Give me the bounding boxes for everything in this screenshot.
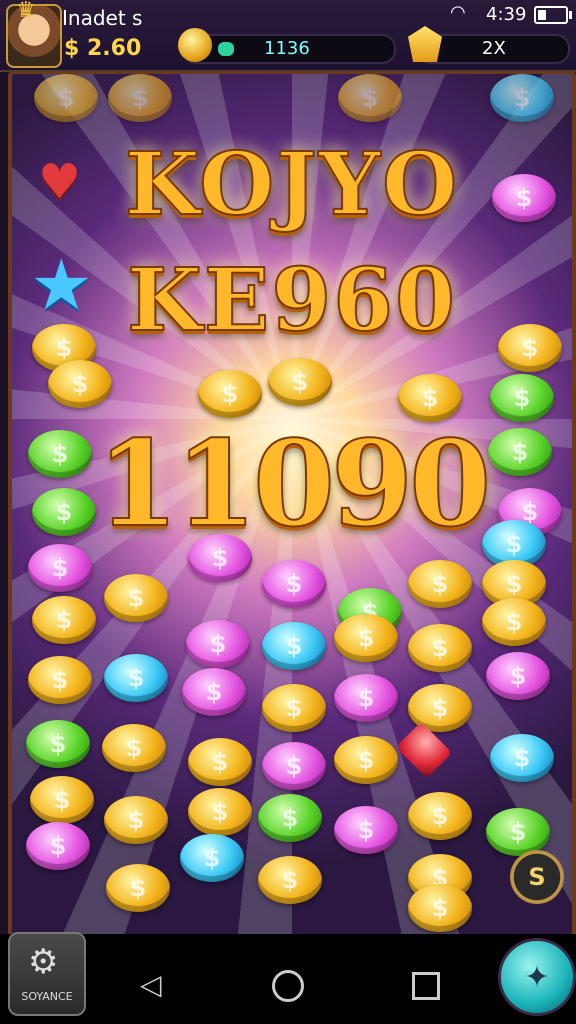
coin-tile[interactable]: $: [32, 488, 96, 536]
special-coin-button[interactable]: S: [510, 850, 564, 904]
coin-tile[interactable]: $: [104, 796, 168, 844]
coin-tile[interactable]: $: [338, 74, 402, 122]
coin-tile[interactable]: $: [262, 684, 326, 732]
banner-line-1: KOJYO: [124, 133, 460, 236]
player-name: Inadet s: [62, 6, 143, 30]
coin-tile[interactable]: $: [104, 654, 168, 702]
gem-icon: [408, 26, 442, 62]
coin-tile[interactable]: $: [268, 358, 332, 406]
map-button[interactable]: ✦: [498, 938, 576, 1016]
coin-tile[interactable]: $: [482, 598, 546, 646]
coin-tile[interactable]: $: [104, 574, 168, 622]
coin-tile[interactable]: $: [334, 736, 398, 784]
clock: 4:39: [486, 4, 527, 25]
coin-tile[interactable]: $: [198, 370, 262, 418]
coin-tile[interactable]: $: [48, 360, 112, 408]
status-bar: ♛ Inadet s $ 2.60 ◠ 4:39 1136 2X: [0, 0, 576, 72]
coin-tile[interactable]: $: [188, 738, 252, 786]
balance: $ 2.60: [64, 36, 142, 61]
game-board[interactable]: $ $ $ $ ♥ ★ $ $ $ $ $ $ $ $ $ KOJYO KE96…: [8, 70, 576, 940]
coin-tile[interactable]: $: [262, 622, 326, 670]
banner-line-2: KE960: [126, 249, 457, 352]
coin-tile[interactable]: $: [262, 742, 326, 790]
coin-tile[interactable]: $: [30, 776, 94, 824]
coin-tile[interactable]: $: [26, 720, 90, 768]
recents-icon[interactable]: [412, 972, 440, 1000]
coin-tile[interactable]: $: [34, 74, 98, 122]
wifi-icon: ◠: [450, 2, 466, 23]
coin-tile[interactable]: $: [334, 806, 398, 854]
score-progress: [218, 42, 234, 56]
coin-tile[interactable]: $: [28, 656, 92, 704]
back-icon[interactable]: ◁: [140, 968, 162, 1001]
coin-tile[interactable]: $: [258, 856, 322, 904]
coin-tile[interactable]: $: [188, 534, 252, 582]
special-coin-label: S: [528, 863, 546, 891]
coin-tile[interactable]: $: [490, 74, 554, 122]
coin-tile[interactable]: $: [490, 734, 554, 782]
coin-tile[interactable]: $: [28, 544, 92, 592]
coin-tile[interactable]: $: [486, 652, 550, 700]
coin-tile[interactable]: $: [334, 674, 398, 722]
coin-tile[interactable]: $: [26, 822, 90, 870]
map-icon: ✦: [524, 959, 550, 995]
coin-tile[interactable]: $: [182, 668, 246, 716]
coin-tile[interactable]: $: [334, 614, 398, 662]
coin-tile[interactable]: $: [262, 560, 326, 608]
coin-tile[interactable]: $: [188, 788, 252, 836]
coin-tile[interactable]: $: [180, 834, 244, 882]
home-icon[interactable]: [272, 970, 304, 1002]
coin-tile[interactable]: $: [258, 794, 322, 842]
coin-tile[interactable]: $: [28, 430, 92, 478]
settings-button[interactable]: ⚙ SOYANCE: [8, 932, 86, 1016]
multiplier-value: 2X: [482, 38, 506, 59]
coin-tile[interactable]: $: [408, 624, 472, 672]
coin-tile[interactable]: $: [408, 884, 472, 932]
gear-icon: ⚙: [28, 942, 59, 982]
coin-tile[interactable]: $: [486, 808, 550, 856]
settings-button-label: SOYANCE: [21, 990, 73, 1003]
score-pill: 1136: [182, 34, 396, 64]
battery-icon: [534, 6, 572, 24]
coin-tile[interactable]: $: [408, 560, 472, 608]
player-avatar[interactable]: ♛: [6, 0, 62, 68]
coin-tile[interactable]: $: [106, 864, 170, 912]
coin-tile[interactable]: $: [186, 620, 250, 668]
coin-tile[interactable]: $: [102, 724, 166, 772]
score-value: 1136: [264, 38, 310, 59]
coin-tile[interactable]: $: [408, 792, 472, 840]
coin-tile[interactable]: $: [108, 74, 172, 122]
crown-icon: ♛: [16, 0, 36, 23]
coin-icon: [178, 28, 212, 62]
coin-tile[interactable]: $: [32, 596, 96, 644]
